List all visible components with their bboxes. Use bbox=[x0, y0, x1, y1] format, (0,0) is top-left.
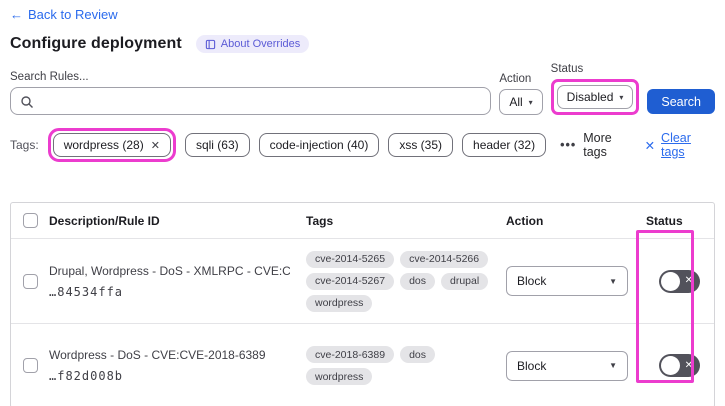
table-header-row: Description/Rule ID Tags Action Status bbox=[11, 203, 714, 238]
row-checkbox-cell bbox=[11, 358, 49, 373]
table-row: Wordpress - DoS - CVE:CVE-2018-6389 …f82… bbox=[11, 323, 714, 406]
rule-tag: dos bbox=[400, 346, 435, 363]
tag-pill-sqli[interactable]: sqli (63) bbox=[184, 133, 250, 157]
clear-tags-label: Clear tags bbox=[661, 131, 691, 159]
status-cell: ✕ bbox=[646, 269, 714, 293]
rule-tag: cve-2014-5266 bbox=[400, 250, 489, 268]
chevron-down-icon: ▾ bbox=[619, 92, 624, 102]
book-icon bbox=[205, 39, 216, 50]
tag-pill-wordpress[interactable]: wordpress (28) ✕ bbox=[52, 133, 171, 157]
chevron-down-icon: ▾ bbox=[528, 97, 533, 107]
clear-tags-link[interactable]: ✕ Clear tags bbox=[645, 131, 715, 159]
search-box bbox=[10, 87, 492, 115]
status-cell: ✕ bbox=[646, 354, 714, 377]
rule-description: Drupal, Wordpress - DoS - XMLRPC - CVE:C… bbox=[49, 263, 290, 278]
toggle-x-icon: ✕ bbox=[684, 359, 693, 371]
rules-table: Description/Rule ID Tags Action Status D… bbox=[10, 202, 715, 406]
action-filter-value: All bbox=[509, 95, 523, 109]
row-checkbox[interactable] bbox=[22, 358, 38, 373]
title-row: Configure deployment About Overrides bbox=[10, 35, 715, 53]
action-filter-dropdown[interactable]: All ▾ bbox=[499, 89, 543, 115]
header-checkbox-cell bbox=[11, 213, 49, 228]
page-title: Configure deployment bbox=[10, 35, 182, 52]
search-rules-label: Search Rules... bbox=[10, 71, 89, 83]
description-cell: Drupal, Wordpress - DoS - XMLRPC - CVE:C… bbox=[49, 264, 306, 299]
status-filter-value: Disabled bbox=[566, 90, 614, 104]
rule-tag: cve-2014-5265 bbox=[306, 250, 395, 268]
status-filter-dropdown[interactable]: Disabled ▾ bbox=[556, 85, 634, 109]
chevron-down-icon: ▼ bbox=[609, 276, 617, 286]
action-cell: Block ▼ bbox=[506, 350, 646, 381]
action-select[interactable]: Block ▼ bbox=[506, 350, 628, 381]
column-header-tags: Tags bbox=[306, 213, 334, 228]
selected-tag-highlight: wordpress (28) ✕ bbox=[47, 128, 176, 162]
clear-x-icon: ✕ bbox=[644, 138, 656, 153]
search-icon bbox=[21, 96, 33, 108]
select-all-checkbox[interactable] bbox=[22, 213, 38, 228]
about-overrides-badge[interactable]: About Overrides bbox=[195, 35, 310, 53]
status-filter-label: Status bbox=[550, 63, 584, 75]
table-row: Drupal, Wordpress - DoS - XMLRPC - CVE:C… bbox=[11, 238, 714, 323]
status-filter-column: Status Disabled ▾ bbox=[550, 63, 640, 115]
toggle-knob bbox=[661, 356, 680, 375]
toggle-knob bbox=[661, 271, 680, 291]
filter-row: Search Rules... Action All ▾ Status Disa… bbox=[10, 63, 715, 115]
tag-pill-label: wordpress (28) bbox=[63, 138, 144, 152]
column-header-description: Description/Rule ID bbox=[49, 213, 160, 228]
column-header-status: Status bbox=[646, 213, 683, 228]
action-filter-column: Action All ▾ bbox=[499, 73, 543, 115]
rule-id: …f82d008b bbox=[49, 369, 124, 383]
row-checkbox-cell bbox=[11, 273, 49, 289]
action-filter-label: Action bbox=[499, 73, 532, 85]
search-column: Search Rules... bbox=[10, 71, 492, 115]
action-select-value: Block bbox=[517, 358, 547, 373]
status-toggle-off[interactable]: ✕ bbox=[659, 269, 700, 293]
rule-id: …84534ffa bbox=[49, 284, 124, 299]
tags-label: Tags: bbox=[10, 138, 39, 152]
tags-cell: cve-2014-5265 cve-2014-5266 cve-2014-526… bbox=[306, 250, 506, 312]
description-cell: Wordpress - DoS - CVE:CVE-2018-6389 …f82… bbox=[49, 348, 306, 383]
back-link-label: Back to Review bbox=[28, 7, 118, 22]
tags-cell: cve-2018-6389 dos wordpress bbox=[306, 346, 506, 385]
chevron-down-icon: ▼ bbox=[609, 361, 617, 370]
rule-tag: drupal bbox=[441, 272, 489, 290]
rule-tag: wordpress bbox=[306, 294, 373, 312]
rule-tag: wordpress bbox=[306, 368, 373, 385]
rule-description: Wordpress - DoS - CVE:CVE-2018-6389 bbox=[49, 348, 266, 362]
search-input[interactable] bbox=[39, 88, 487, 114]
tag-pill-xss[interactable]: xss (35) bbox=[388, 133, 454, 157]
rule-tag: cve-2014-5267 bbox=[306, 272, 395, 290]
more-tags-label: More tags bbox=[583, 131, 612, 159]
tag-pill-header[interactable]: header (32) bbox=[462, 133, 547, 157]
back-arrow-icon: ← bbox=[10, 7, 23, 22]
tags-bar: Tags: wordpress (28) ✕ sqli (63) code-in… bbox=[10, 128, 715, 162]
column-header-action: Action bbox=[506, 213, 544, 228]
about-overrides-label: About Overrides bbox=[220, 38, 301, 50]
action-select-value: Block bbox=[517, 274, 547, 288]
action-cell: Block ▼ bbox=[506, 266, 646, 296]
remove-tag-icon[interactable]: ✕ bbox=[151, 139, 160, 152]
status-filter-highlight: Disabled ▾ bbox=[550, 79, 640, 115]
status-toggle-off[interactable]: ✕ bbox=[659, 354, 700, 377]
rule-tag: dos bbox=[400, 272, 435, 290]
row-checkbox[interactable] bbox=[22, 273, 38, 289]
search-button[interactable]: Search bbox=[647, 89, 715, 114]
more-tags-button[interactable]: ••• More tags bbox=[560, 131, 635, 159]
toggle-x-icon: ✕ bbox=[684, 275, 693, 286]
action-select[interactable]: Block ▼ bbox=[506, 266, 628, 296]
configure-deployment-page: ← Back to Review Configure deployment Ab… bbox=[0, 0, 725, 406]
rule-tag: cve-2018-6389 bbox=[306, 346, 395, 363]
ellipsis-icon: ••• bbox=[560, 138, 577, 152]
tag-pill-code-injection[interactable]: code-injection (40) bbox=[258, 133, 380, 157]
back-to-review-link[interactable]: ← Back to Review bbox=[10, 7, 118, 22]
